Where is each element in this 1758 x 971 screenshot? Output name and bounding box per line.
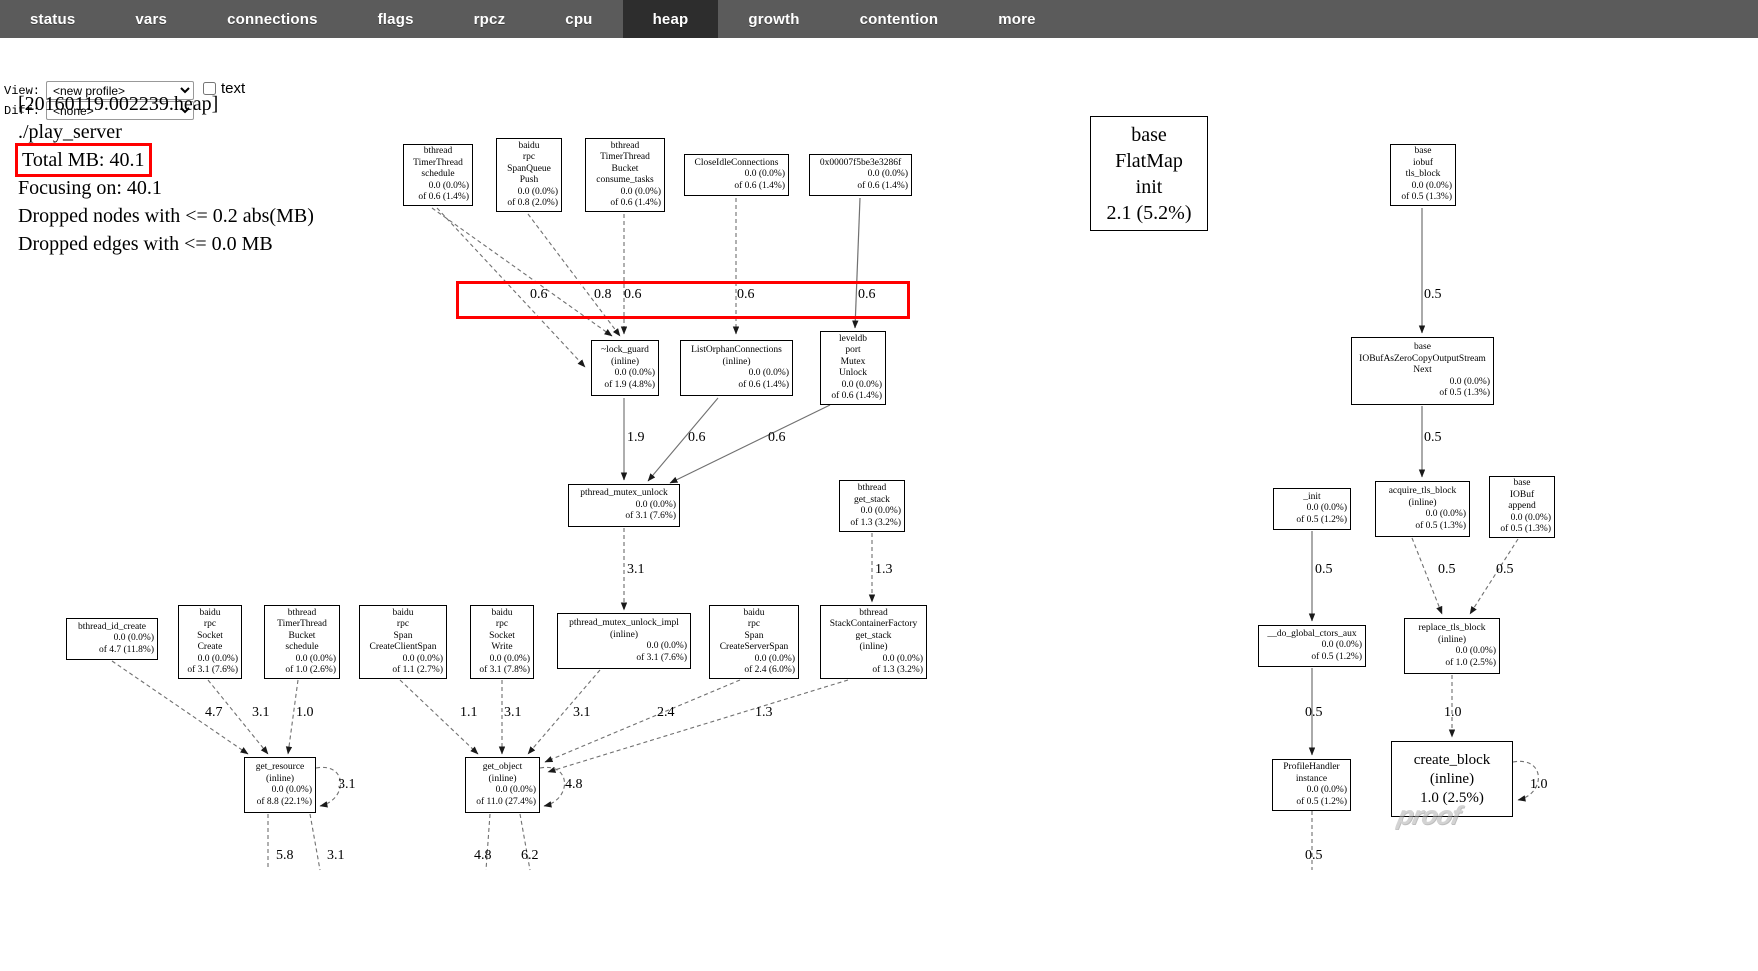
edge-label: 0.5 (1315, 562, 1333, 578)
edge-label: 2.4 (657, 705, 675, 721)
edge-label: 1.0 (1530, 777, 1548, 793)
edge-label: 1.9 (627, 430, 645, 446)
edge-label: 1.0 (296, 705, 314, 721)
edge-label: 0.6 (688, 430, 706, 446)
edge-label: 3.1 (327, 848, 345, 864)
edge-label: 0.5 (1438, 562, 1456, 578)
edge-label-highlight-box (456, 281, 910, 319)
edge-label: 3.1 (252, 705, 270, 721)
edge-label: 3.1 (504, 705, 522, 721)
edge-label: 0.5 (1305, 705, 1323, 721)
edge-label: 3.1 (573, 705, 591, 721)
edge-label: 0.6 (768, 430, 786, 446)
edge-label: 3.1 (338, 777, 356, 793)
edge-label: 0.5 (1424, 430, 1442, 446)
edge-label: 5.8 (276, 848, 294, 864)
edge-label: 0.5 (1496, 562, 1514, 578)
edge-label: 4.8 (474, 848, 492, 864)
watermark: proof (1395, 800, 1551, 830)
edge-label: 1.1 (460, 705, 478, 721)
edge-label: 1.3 (755, 705, 773, 721)
edge-label: 1.0 (1444, 705, 1462, 721)
edge-label: 4.7 (205, 705, 223, 721)
edge-label: 0.5 (1424, 287, 1442, 303)
edge-label: 4.8 (565, 777, 583, 793)
edge-label: 3.1 (627, 562, 645, 578)
edge-label: 0.5 (1305, 848, 1323, 864)
edge-label: 6.2 (521, 848, 539, 864)
edge-label: 1.3 (875, 562, 893, 578)
